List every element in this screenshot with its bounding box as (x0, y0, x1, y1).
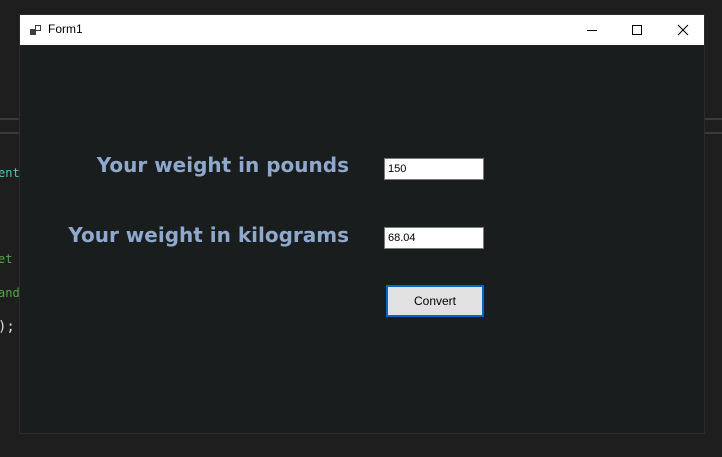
form-window: Form1 Your weight in pounds 150 Your wei… (19, 14, 705, 434)
maximize-button[interactable] (614, 15, 660, 45)
minimize-icon (587, 30, 597, 31)
convert-button-label: Convert (413, 294, 457, 308)
winforms-app-icon (30, 25, 41, 35)
pounds-label: Your weight in pounds (96, 153, 349, 177)
convert-button[interactable]: Convert (386, 285, 484, 317)
kilograms-label: Your weight in kilograms (68, 223, 349, 247)
maximize-icon (632, 25, 642, 35)
minimize-button[interactable] (569, 15, 615, 45)
pounds-input[interactable]: 150 (384, 158, 484, 180)
close-button[interactable] (660, 15, 706, 45)
window-title: Form1 (48, 22, 83, 36)
kilograms-input[interactable]: 68.04 (384, 227, 484, 249)
desktop-stage: ent. et ( and ); Form1 (0, 0, 722, 457)
title-bar[interactable]: Form1 (20, 15, 704, 45)
close-icon (677, 24, 689, 36)
ide-code-fragment: and (0, 286, 20, 300)
ide-code-fragment: ); (0, 319, 15, 335)
